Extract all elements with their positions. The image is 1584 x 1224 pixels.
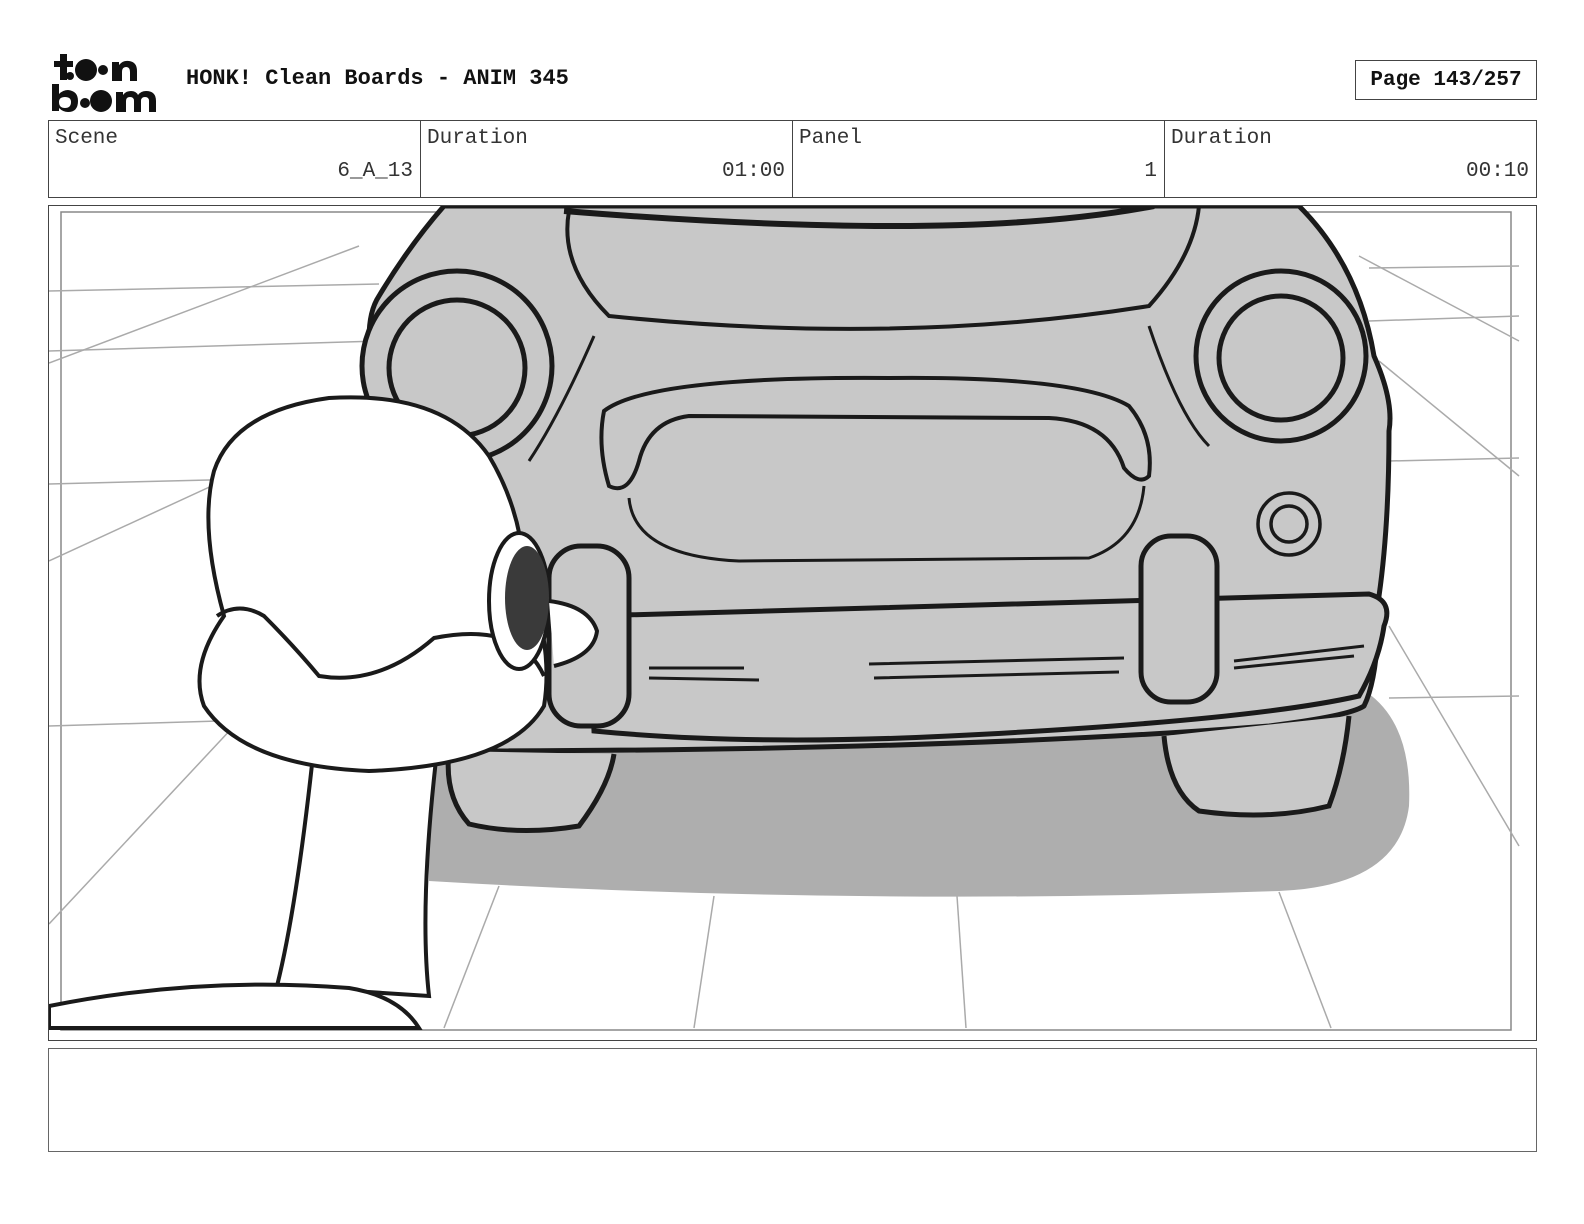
panel-duration-cell: Duration 00:10 xyxy=(1165,121,1536,197)
storyboard-panel xyxy=(48,205,1537,1041)
storyboard-drawing xyxy=(49,206,1520,1031)
scene-info-table: Scene 6_A_13 Duration 01:00 Panel 1 Dura… xyxy=(48,120,1537,198)
scene-label: Scene xyxy=(55,127,119,150)
scene-duration-label: Duration xyxy=(427,127,528,150)
toon-boom-logo xyxy=(50,50,166,114)
document-title: HONK! Clean Boards - ANIM 345 xyxy=(186,66,569,91)
panel-label: Panel xyxy=(799,127,863,150)
panel-duration-value: 00:10 xyxy=(1465,160,1529,183)
scene-cell: Scene 6_A_13 xyxy=(49,121,421,197)
panel-notes-box xyxy=(48,1048,1537,1152)
scene-duration-cell: Duration 01:00 xyxy=(421,121,793,197)
panel-cell: Panel 1 xyxy=(793,121,1165,197)
page-number: Page 143/257 xyxy=(1355,60,1537,100)
scene-duration-value: 01:00 xyxy=(721,160,785,183)
panel-duration-label: Duration xyxy=(1171,127,1272,150)
scene-value: 6_A_13 xyxy=(337,160,413,183)
panel-value: 1 xyxy=(1144,160,1157,183)
